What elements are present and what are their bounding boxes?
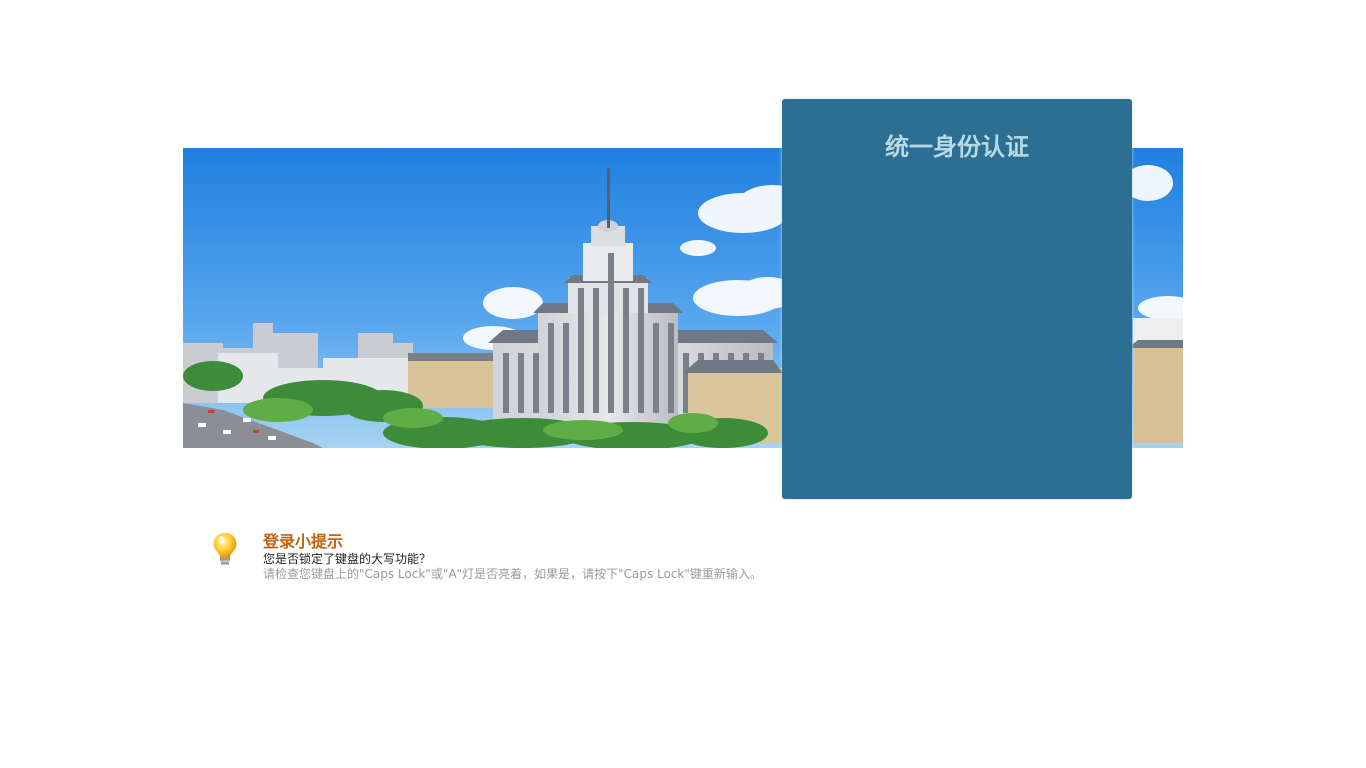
tips-text: 登录小提示 您是否锁定了键盘的大写功能？ 请检查您键盘上的"Caps Lock"…	[263, 532, 762, 582]
login-tips: 登录小提示 您是否锁定了键盘的大写功能？ 请检查您键盘上的"Caps Lock"…	[210, 530, 910, 590]
login-panel: 统一身份认证	[782, 99, 1132, 499]
tips-title: 登录小提示	[263, 532, 344, 551]
login-title: 统一身份认证	[885, 133, 1029, 161]
page: 统一身份认证 登录小提示 您是否锁定了键盘的大写功能？ 请检查您键盘上的"Cap…	[0, 0, 1366, 768]
lightbulb-icon	[213, 533, 237, 565]
tips-hint: 请检查您键盘上的"Caps Lock"或"A"灯是否亮着，如果是，请按下"Cap…	[263, 567, 762, 581]
tips-question: 您是否锁定了键盘的大写功能？	[263, 552, 432, 566]
